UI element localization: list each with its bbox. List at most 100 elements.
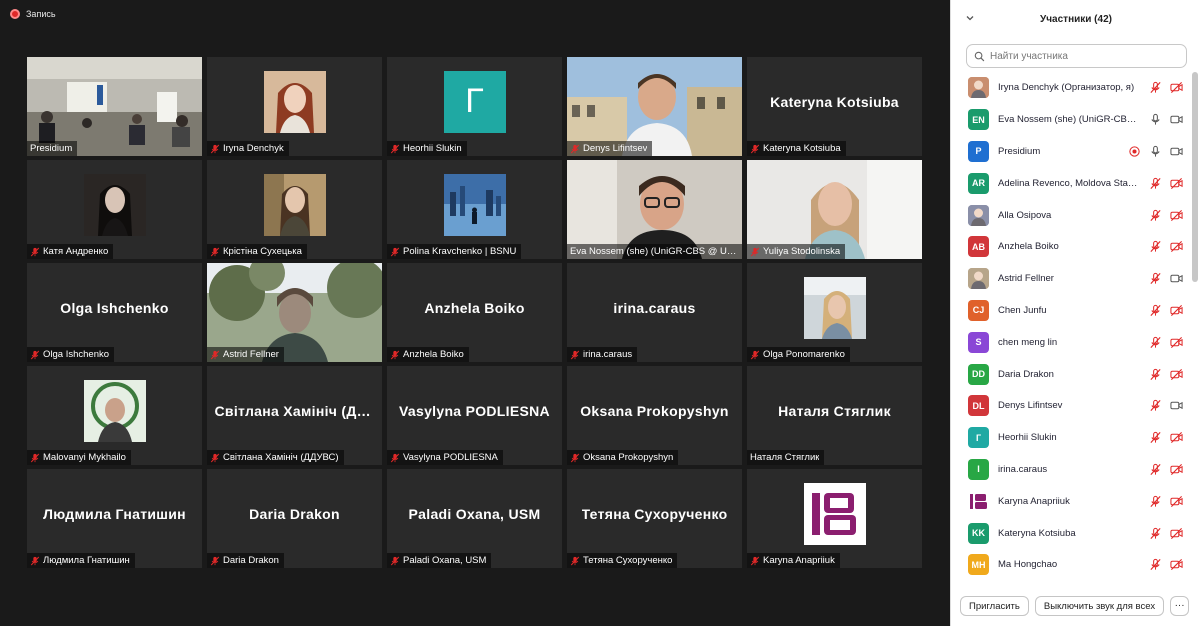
participant-search[interactable] — [966, 44, 1187, 68]
participant-tile[interactable]: Olga Ponomarenko — [747, 263, 922, 362]
camera-icon[interactable] — [1170, 399, 1183, 412]
participant-tile[interactable]: Oksana Prokopyshyn Oksana Prokopyshyn — [567, 366, 742, 465]
mic-muted-icon[interactable] — [1149, 527, 1162, 540]
participant-tile[interactable]: Vasylyna PODLIESNA Vasylyna PODLIESNA — [387, 366, 562, 465]
participant-row[interactable]: MH Ma Hongchao — [951, 549, 1191, 581]
participant-row[interactable]: Г Heorhii Slukin — [951, 422, 1191, 454]
participant-tile[interactable]: Denys Lifintsev — [567, 57, 742, 156]
participant-tile[interactable]: Наталя Стяглик Наталя Стяглик — [747, 366, 922, 465]
mic-muted-icon[interactable] — [1149, 495, 1162, 508]
mic-muted-icon[interactable] — [1149, 81, 1162, 94]
search-input[interactable] — [990, 50, 1180, 62]
tile-display-name: Paladi Oxana, USM — [408, 505, 541, 522]
record-icon — [10, 9, 20, 19]
participant-tile[interactable]: Presidium — [27, 57, 202, 156]
mic-muted-icon[interactable] — [1149, 558, 1162, 571]
camera-off-icon[interactable] — [1170, 463, 1183, 476]
mic-muted-icon[interactable] — [1149, 304, 1162, 317]
participant-row[interactable]: AR Adelina Revenco, Moldova State Univers… — [951, 167, 1191, 199]
camera-off-icon[interactable] — [1170, 304, 1183, 317]
participant-tile[interactable]: Kateryna Kotsiuba Kateryna Kotsiuba — [747, 57, 922, 156]
profile-photo — [83, 379, 146, 442]
participant-name: Chen Junfu — [998, 304, 1047, 316]
participant-tile[interactable]: Paladi Oxana, USM Paladi Oxana, USM — [387, 469, 562, 568]
participant-row[interactable]: CJ Chen Junfu — [951, 295, 1191, 327]
participant-tile[interactable]: Karyna Anapriiuk — [747, 469, 922, 568]
camera-off-icon[interactable] — [1170, 368, 1183, 381]
name-tag: Olga Ponomarenko — [747, 347, 850, 362]
participant-row[interactable]: Alla Osipova — [951, 199, 1191, 231]
participant-tile[interactable]: Катя Андренко — [27, 160, 202, 259]
recording-indicator[interactable]: Запись — [10, 9, 56, 19]
mic-muted-icon[interactable] — [1149, 336, 1162, 349]
camera-off-icon[interactable] — [1170, 336, 1183, 349]
participant-tile[interactable]: irina.caraus irina.caraus — [567, 263, 742, 362]
mic-icon[interactable] — [1149, 113, 1162, 126]
camera-off-icon[interactable] — [1170, 177, 1183, 190]
mic-muted-icon[interactable] — [1149, 463, 1162, 476]
name-tag: Karyna Anapriiuk — [747, 553, 840, 568]
participant-tile[interactable]: Крістіна Сухецька — [207, 160, 382, 259]
avatar-initials: S — [968, 331, 989, 353]
participant-tile[interactable]: Astrid Fellner — [207, 263, 382, 362]
participant-name: Daria Drakon — [223, 555, 279, 566]
participant-row[interactable]: P Presidium — [951, 136, 1191, 168]
participant-name: Denys Lifintsev — [583, 143, 648, 154]
mic-muted-icon — [210, 453, 220, 463]
more-options-button[interactable]: ··· — [1170, 596, 1190, 616]
participant-row[interactable]: Astrid Fellner — [951, 263, 1191, 295]
invite-button[interactable]: Пригласить — [960, 596, 1029, 616]
mic-muted-icon — [390, 556, 400, 566]
mic-muted-icon[interactable] — [1149, 399, 1162, 412]
participant-tile[interactable]: Daria Drakon Daria Drakon — [207, 469, 382, 568]
camera-off-icon[interactable] — [1170, 240, 1183, 253]
mic-muted-icon[interactable] — [1149, 431, 1162, 444]
name-tag: Daria Drakon — [207, 553, 284, 568]
participant-tile[interactable]: Людмила Гнатишин Людмила Гнатишин — [27, 469, 202, 568]
participant-name: Крістіна Сухецька — [223, 246, 302, 257]
mic-icon[interactable] — [1149, 145, 1162, 158]
participant-tile[interactable]: Polina Kravchenko | BSNU — [387, 160, 562, 259]
camera-off-icon[interactable] — [1170, 558, 1183, 571]
participant-tile[interactable]: Malovanyi Mykhailo — [27, 366, 202, 465]
participant-row[interactable]: DL Denys Lifintsev — [951, 390, 1191, 422]
participant-tile[interactable]: Г Heorhii Slukin — [387, 57, 562, 156]
participant-tile[interactable]: Yuliya Stodolinska — [747, 160, 922, 259]
mic-muted-icon — [30, 350, 40, 360]
participant-row[interactable]: Karyna Anapriiuk — [951, 485, 1191, 517]
camera-off-icon[interactable] — [1170, 527, 1183, 540]
list-scrollbar[interactable] — [1192, 72, 1198, 282]
participant-row[interactable]: Iirina.caraus — [951, 454, 1191, 486]
participant-row[interactable]: DD Daria Drakon — [951, 358, 1191, 390]
participant-tile[interactable]: Eva Nossem (she) (UniGR-CBS @ UdS) — [567, 160, 742, 259]
participant-tile[interactable]: Anzhela Boiko Anzhela Boiko — [387, 263, 562, 362]
name-tag: Oksana Prokopyshyn — [567, 450, 679, 465]
participant-row[interactable]: EN Eva Nossem (she) (UniGR-CBS @ UdS) — [951, 104, 1191, 136]
camera-icon[interactable] — [1170, 113, 1183, 126]
avatar-photo — [968, 204, 989, 226]
camera-off-icon[interactable] — [1170, 209, 1183, 222]
avatar-initials: DD — [968, 363, 989, 385]
camera-off-icon[interactable] — [1170, 431, 1183, 444]
camera-off-icon[interactable] — [1170, 495, 1183, 508]
mic-muted-icon[interactable] — [1149, 209, 1162, 222]
mic-muted-icon[interactable] — [1149, 368, 1162, 381]
avatar-initials: AB — [968, 236, 989, 258]
mic-muted-icon — [750, 247, 760, 257]
camera-icon[interactable] — [1170, 272, 1183, 285]
participant-tile[interactable]: Olga Ishchenko Olga Ishchenko — [27, 263, 202, 362]
chevron-down-icon[interactable] — [964, 12, 976, 24]
mic-muted-icon[interactable] — [1149, 272, 1162, 285]
camera-icon[interactable] — [1170, 145, 1183, 158]
participant-tile[interactable]: Світлана Хамініч (ДДУВС) Світлана Хамініч… — [207, 366, 382, 465]
participant-row[interactable]: Iryna Denchyk (Организатор, я) — [951, 72, 1191, 104]
participant-tile[interactable]: Тетяна Сухорученко Тетяна Сухорученко — [567, 469, 742, 568]
camera-off-icon[interactable] — [1170, 81, 1183, 94]
participant-row[interactable]: KK Kateryna Kotsiuba — [951, 517, 1191, 549]
participant-tile[interactable]: Iryna Denchyk — [207, 57, 382, 156]
participant-row[interactable]: Schen meng lin — [951, 326, 1191, 358]
participant-row[interactable]: AB Anzhela Boiko — [951, 231, 1191, 263]
mic-muted-icon[interactable] — [1149, 240, 1162, 253]
mic-muted-icon[interactable] — [1149, 177, 1162, 190]
mute-all-button[interactable]: Выключить звук для всех — [1034, 596, 1165, 616]
